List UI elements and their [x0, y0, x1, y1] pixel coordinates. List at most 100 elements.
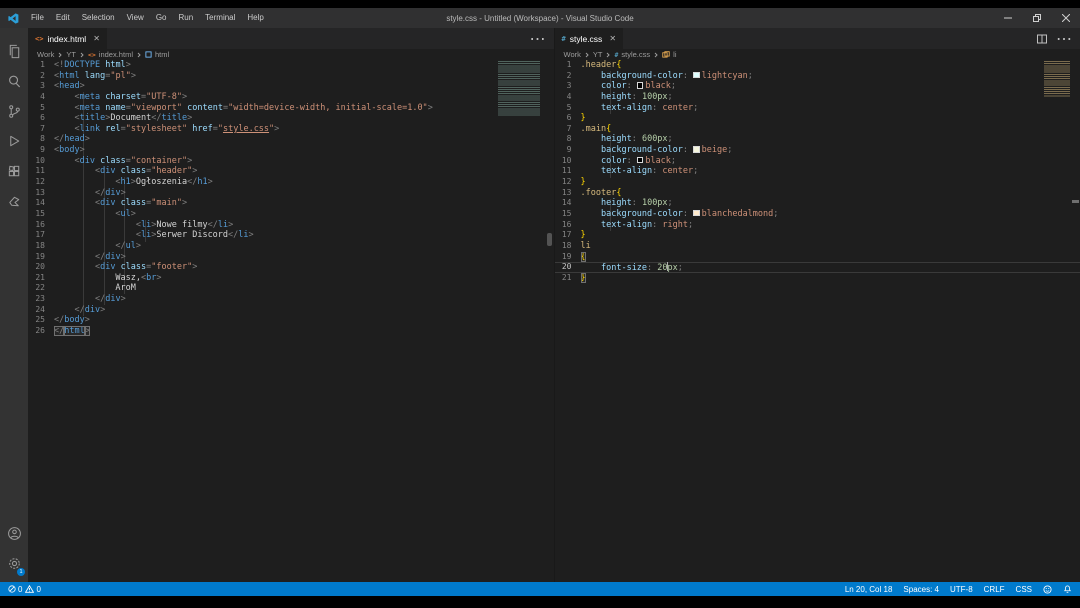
problems-errors[interactable]: 0 — [8, 585, 22, 594]
code-line[interactable]: 23 </div> — [28, 294, 554, 305]
code-line[interactable]: 2 background-color: lightcyan; — [555, 71, 1080, 82]
color-swatch[interactable] — [637, 82, 644, 89]
breadcrumb-item[interactable]: Work — [564, 50, 581, 59]
color-swatch[interactable] — [693, 72, 700, 79]
breadcrumb-item[interactable]: style.css — [621, 50, 650, 59]
code-line[interactable]: 19 </div> — [28, 252, 554, 263]
code-line[interactable]: 20 font-size: 20px; — [555, 262, 1080, 273]
menu-item-selection[interactable]: Selection — [76, 8, 121, 28]
code-line[interactable]: 4 height: 100px; — [555, 92, 1080, 103]
code-line[interactable]: 21 Wasz,<br> — [28, 273, 554, 284]
code-editor-index-html[interactable]: 1<!DOCTYPE html>2<html lang="pl">3<head>… — [28, 60, 554, 582]
more-actions-icon[interactable]: ⋯ — [1056, 29, 1072, 49]
source-control-icon[interactable] — [0, 96, 28, 126]
code-line[interactable]: 14 height: 100px; — [555, 198, 1080, 209]
code-line[interactable]: 16 <li>Nowe filmy</li> — [28, 220, 554, 231]
code-line[interactable]: 7 <link rel="stylesheet" href="style.css… — [28, 124, 554, 135]
line-number: 6 — [555, 113, 581, 124]
tab-style-css[interactable]: # style.css ✕ — [555, 28, 625, 49]
menu-item-file[interactable]: File — [25, 8, 50, 28]
color-swatch[interactable] — [693, 146, 700, 153]
breadcrumb-item[interactable]: li — [673, 50, 676, 59]
breadcrumb-item[interactable]: index.html — [99, 50, 133, 59]
code-line[interactable]: 8</head> — [28, 134, 554, 145]
menu-item-view[interactable]: View — [121, 8, 150, 28]
code-line[interactable]: 24 </div> — [28, 305, 554, 316]
code-line[interactable]: 15 background-color: blanchedalmond; — [555, 209, 1080, 220]
split-editor-icon[interactable] — [1037, 34, 1047, 44]
code-line[interactable]: 12 <h1>Ogłoszenia</h1> — [28, 177, 554, 188]
line-number: 24 — [28, 305, 54, 316]
code-line[interactable]: 19{ — [555, 252, 1080, 263]
code-line[interactable]: 10 <div class="container"> — [28, 156, 554, 167]
code-line[interactable]: 9 background-color: beige; — [555, 145, 1080, 156]
indentation[interactable]: Spaces: 4 — [903, 585, 939, 594]
code-line[interactable]: 17 <li>Serwer Discord</li> — [28, 230, 554, 241]
notifications-bell-icon[interactable] — [1063, 585, 1072, 594]
live-share-icon[interactable] — [0, 186, 28, 216]
code-line[interactable]: 6 <title>Document</title> — [28, 113, 554, 124]
settings-gear-icon[interactable]: 1 — [0, 548, 28, 578]
code-line[interactable]: 13.footer{ — [555, 188, 1080, 199]
breadcrumb-item[interactable]: html — [155, 50, 169, 59]
code-line[interactable]: 18 </ul> — [28, 241, 554, 252]
breadcrumb-item[interactable]: Work — [37, 50, 54, 59]
menu-item-run[interactable]: Run — [172, 8, 199, 28]
code-line[interactable]: 5 <meta name="viewport" content="width=d… — [28, 103, 554, 114]
code-line[interactable]: 3<head> — [28, 81, 554, 92]
extensions-icon[interactable] — [0, 156, 28, 186]
explorer-icon[interactable] — [0, 36, 28, 66]
code-line[interactable]: 11 <div class="header"> — [28, 166, 554, 177]
code-line[interactable]: 11 text-align: center; — [555, 166, 1080, 177]
breadcrumb-item[interactable]: YT — [66, 50, 76, 59]
code-line[interactable]: 1.header{ — [555, 60, 1080, 71]
code-line[interactable]: 8 height: 600px; — [555, 134, 1080, 145]
code-line[interactable]: 5 text-align: center; — [555, 103, 1080, 114]
code-line[interactable]: 9<body> — [28, 145, 554, 156]
close-window-button[interactable] — [1051, 8, 1080, 28]
line-number: 20 — [555, 262, 581, 273]
language-mode[interactable]: CSS — [1016, 585, 1032, 594]
breadcrumb-item[interactable]: YT — [593, 50, 603, 59]
more-actions-icon[interactable]: ⋯ — [530, 29, 546, 49]
feedback-smiley-icon[interactable] — [1043, 585, 1052, 594]
problems-warnings[interactable]: 0 — [25, 585, 40, 594]
code-line[interactable]: 6} — [555, 113, 1080, 124]
close-tab-icon[interactable]: ✕ — [93, 34, 100, 43]
search-icon[interactable] — [0, 66, 28, 96]
menu-item-terminal[interactable]: Terminal — [199, 8, 241, 28]
code-line[interactable]: 14 <div class="main"> — [28, 198, 554, 209]
code-line[interactable]: 25</body> — [28, 315, 554, 326]
minimize-button[interactable] — [993, 8, 1022, 28]
code-line[interactable]: 22 AroM — [28, 283, 554, 294]
tab-index-html[interactable]: <> index.html ✕ — [28, 28, 108, 49]
code-line[interactable]: 10 color: black; — [555, 156, 1080, 167]
code-line[interactable]: 16 text-align: right; — [555, 220, 1080, 231]
code-line[interactable]: 1<!DOCTYPE html> — [28, 60, 554, 71]
eol-sequence[interactable]: CRLF — [984, 585, 1005, 594]
menu-item-go[interactable]: Go — [150, 8, 173, 28]
code-line[interactable]: 26</html> — [28, 326, 554, 337]
menu-item-edit[interactable]: Edit — [50, 8, 76, 28]
color-swatch[interactable] — [637, 157, 644, 164]
code-line[interactable]: 12} — [555, 177, 1080, 188]
code-line[interactable]: 4 <meta charset="UTF-8"> — [28, 92, 554, 103]
code-line[interactable]: 15 <ul> — [28, 209, 554, 220]
run-debug-icon[interactable] — [0, 126, 28, 156]
code-line[interactable]: 3 color: black; — [555, 81, 1080, 92]
code-line[interactable]: 21} — [555, 273, 1080, 284]
code-line[interactable]: 20 <div class="footer"> — [28, 262, 554, 273]
close-tab-icon[interactable]: ✕ — [609, 34, 616, 43]
menu-item-help[interactable]: Help — [241, 8, 269, 28]
code-line[interactable]: 18li — [555, 241, 1080, 252]
restore-button[interactable] — [1022, 8, 1051, 28]
account-icon[interactable] — [0, 518, 28, 548]
code-editor-style-css[interactable]: 1.header{2 background-color: lightcyan;3… — [555, 60, 1080, 582]
code-line[interactable]: 17} — [555, 230, 1080, 241]
code-line[interactable]: 2<html lang="pl"> — [28, 71, 554, 82]
color-swatch[interactable] — [693, 210, 700, 217]
code-line[interactable]: 7.main{ — [555, 124, 1080, 135]
code-line[interactable]: 13 </div> — [28, 188, 554, 199]
encoding[interactable]: UTF-8 — [950, 585, 973, 594]
cursor-position[interactable]: Ln 20, Col 18 — [845, 585, 893, 594]
